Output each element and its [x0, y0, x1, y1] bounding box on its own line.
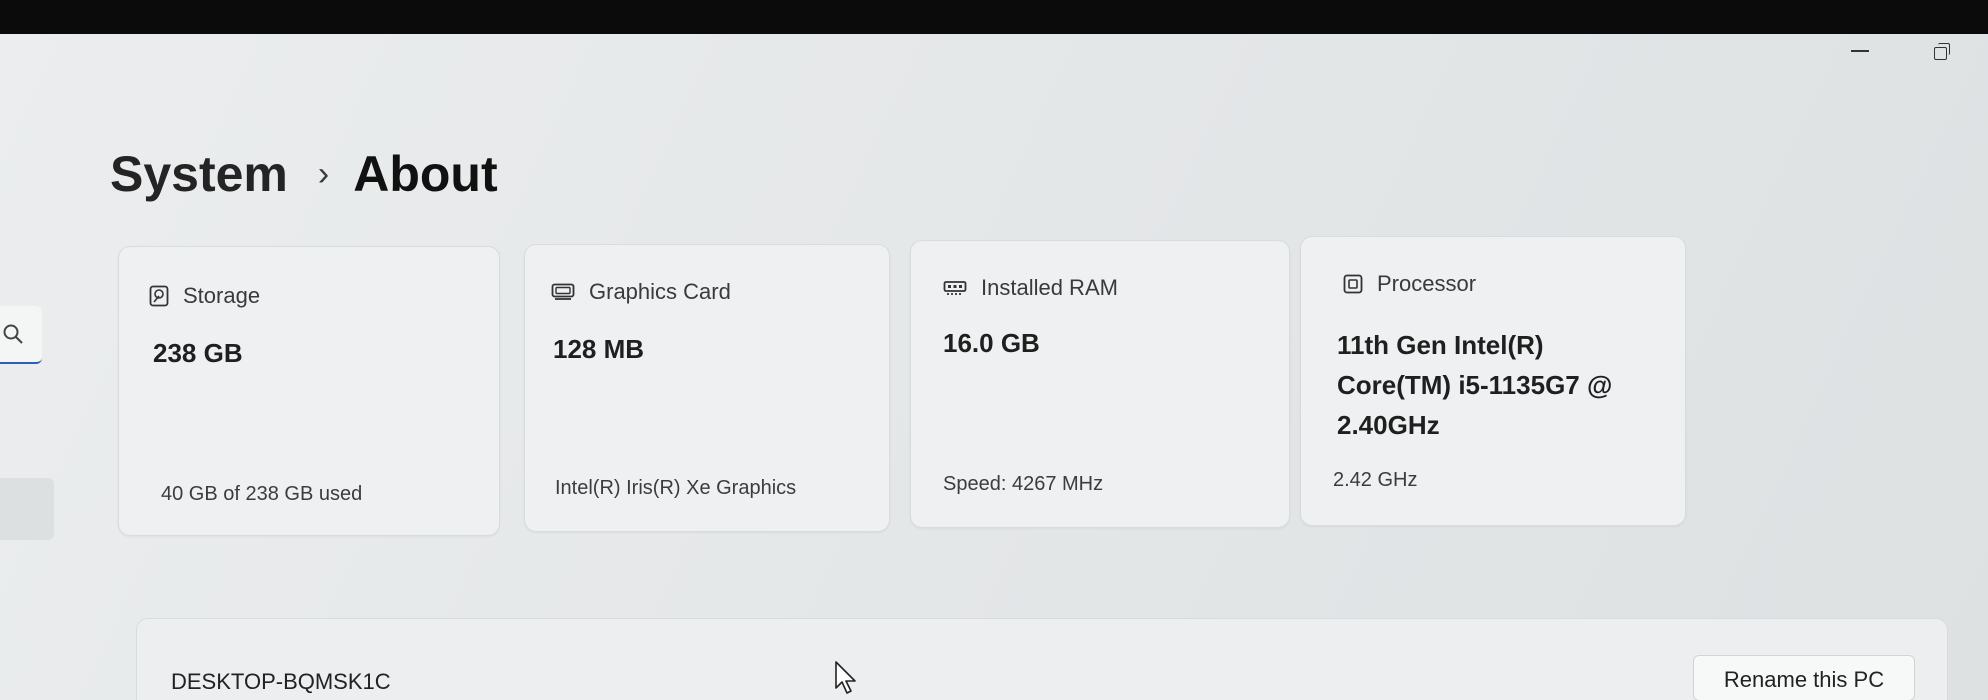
- page-title: About: [353, 146, 498, 202]
- device-name-panel: DESKTOP-BQMSK1C Rename this PC: [136, 618, 1948, 700]
- hard-drive-icon: [149, 285, 169, 307]
- processor-value: 11th Gen Intel(R) Core(TM) i5-1135G7 @ 2…: [1337, 330, 1613, 440]
- ram-detail: Speed: 4267 MHz: [943, 473, 1104, 495]
- sidebar-search-box[interactable]: [0, 306, 42, 364]
- breadcrumb: System › About: [110, 145, 498, 203]
- restore-button[interactable]: [1922, 36, 1962, 66]
- graphics-label: Graphics Card: [589, 279, 731, 304]
- ram-card-header: Installed RAM: [943, 275, 1118, 301]
- processor-card: Processor 11th Gen Intel(R) Core(TM) i5-…: [1300, 236, 1686, 526]
- storage-value: 238 GB: [153, 338, 243, 368]
- installed-ram-card: Installed RAM 16.0 GB Speed: 4267 MHz: [910, 240, 1290, 528]
- search-icon: [3, 324, 23, 344]
- breadcrumb-separator: ›: [317, 154, 330, 193]
- processor-detail: 2.42 GHz: [1333, 469, 1418, 491]
- processor-icon: [1343, 274, 1363, 294]
- memory-icon: [943, 280, 967, 296]
- storage-card: Storage 238 GB 40 GB of 238 GB used: [118, 246, 500, 536]
- graphics-card-card: Graphics Card 128 MB Intel(R) Iris(R) Xe…: [524, 244, 890, 532]
- processor-card-header: Processor: [1343, 271, 1476, 297]
- ram-label: Installed RAM: [981, 275, 1118, 300]
- minimize-icon: [1851, 50, 1869, 52]
- storage-card-header: Storage: [149, 283, 260, 309]
- storage-label: Storage: [183, 283, 261, 308]
- processor-label: Processor: [1377, 271, 1477, 296]
- mouse-pointer-icon: [834, 660, 860, 700]
- rename-pc-button[interactable]: Rename this PC: [1693, 655, 1915, 700]
- graphics-card-icon: [551, 283, 575, 301]
- minimize-button[interactable]: [1840, 36, 1880, 66]
- breadcrumb-system[interactable]: System: [110, 145, 288, 203]
- restore-icon: [1934, 43, 1950, 60]
- device-name: DESKTOP-BQMSK1C: [171, 669, 391, 694]
- ram-value: 16.0 GB: [943, 328, 1040, 358]
- screen-bezel: [0, 0, 1988, 34]
- graphics-card-header: Graphics Card: [551, 279, 731, 305]
- graphics-detail: Intel(R) Iris(R) Xe Graphics: [555, 477, 797, 499]
- graphics-value: 128 MB: [553, 334, 645, 364]
- sidebar-item-selected[interactable]: [0, 478, 54, 540]
- storage-detail: 40 GB of 238 GB used: [161, 483, 363, 505]
